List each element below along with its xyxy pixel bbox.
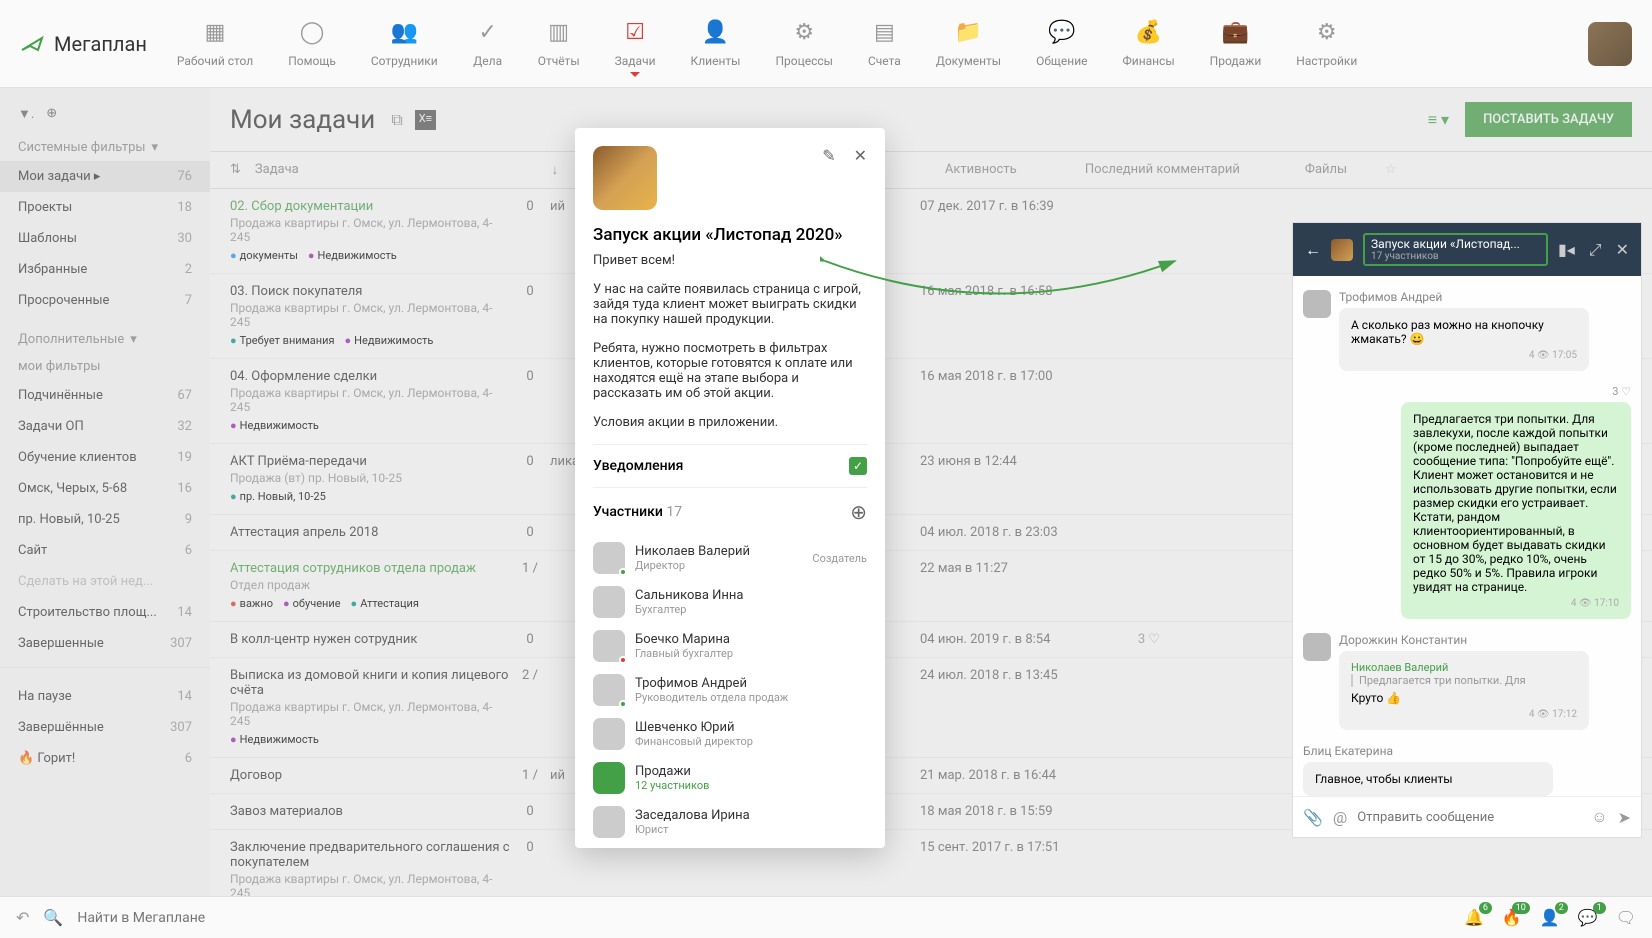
modal-para2: Ребята, нужно посмотреть в фильтрах клие… bbox=[593, 341, 867, 401]
participants-label: Участники bbox=[593, 504, 663, 520]
nav-Задачи[interactable]: ☑Задачи bbox=[615, 20, 656, 68]
modal-para1: У нас на сайте появилась страница с игро… bbox=[593, 282, 867, 327]
nav-Продажи[interactable]: 💼Продажи bbox=[1210, 20, 1262, 68]
expand-icon[interactable]: ⤢ bbox=[1589, 240, 1602, 260]
chat-message: Трофимов АндрейА сколько раз можно на кн… bbox=[1303, 290, 1631, 371]
chat-input[interactable] bbox=[1357, 810, 1581, 825]
footer-chat-icon[interactable]: 💬1 bbox=[1578, 908, 1598, 927]
participant-row[interactable]: Заседалова ИринаЮрист bbox=[593, 800, 867, 844]
edit-icon[interactable]: ✎ bbox=[822, 146, 835, 165]
footer-user-icon[interactable]: 👤2 bbox=[1540, 908, 1560, 927]
topbar: Мегаплан ▦Рабочий стол ◯Помощь 👥Сотрудники… bbox=[0, 0, 1652, 88]
mention-icon[interactable]: @ bbox=[1333, 808, 1347, 827]
footer-bell-icon[interactable]: 🔔6 bbox=[1464, 908, 1484, 927]
chat-avatar bbox=[1331, 239, 1353, 261]
footer-fire-icon[interactable]: 🔥10 bbox=[1502, 908, 1522, 927]
chat-back-icon[interactable]: ← bbox=[1305, 240, 1321, 260]
participant-row[interactable]: Боечко МаринаГлавный бухгалтер bbox=[593, 624, 867, 668]
participant-row[interactable]: Николаев ВалерийДиректор Создатель bbox=[593, 536, 867, 580]
modal-title: Запуск акции «Листопад 2020» bbox=[593, 225, 867, 245]
nav-Сотрудники[interactable]: 👥Сотрудники bbox=[371, 20, 438, 68]
chat-message: Блиц ЕкатеринаГлавное, чтобы клиенты bbox=[1303, 744, 1631, 796]
attach-icon[interactable]: 📎 bbox=[1303, 808, 1323, 827]
chat-message: Дорожкин КонстантинНиколаев ВалерийПредл… bbox=[1303, 633, 1631, 730]
add-participant-icon[interactable]: ⊕ bbox=[850, 500, 867, 524]
nav-Счета[interactable]: ▤Счета bbox=[868, 20, 901, 68]
footer: ↶ 🔍 🔔6 🔥10 👤2 💬1 🗨 bbox=[0, 896, 1652, 938]
nav-Настройки[interactable]: ⚙Настройки bbox=[1296, 20, 1357, 68]
modal-para3: Условия акции в приложении. bbox=[593, 415, 867, 430]
modal-greeting: Привет всем! bbox=[593, 253, 867, 268]
nav-Общение[interactable]: 💬Общение bbox=[1036, 20, 1087, 68]
nav-Помощь[interactable]: ◯Помощь bbox=[288, 20, 336, 68]
chat-title-box[interactable]: Запуск акции «Листопад... 17 участников bbox=[1363, 233, 1548, 266]
global-search[interactable] bbox=[77, 910, 377, 926]
chat-body: Трофимов АндрейА сколько раз можно на кн… bbox=[1293, 276, 1641, 796]
nav-Документы[interactable]: 📁Документы bbox=[936, 20, 1001, 68]
participant-row[interactable]: Продажи12 участников bbox=[593, 756, 867, 800]
footer-message-icon[interactable]: 🗨 bbox=[1616, 908, 1636, 927]
notifications-checkbox[interactable]: ✓ bbox=[849, 457, 867, 475]
task-modal: ✎ ✕ Запуск акции «Листопад 2020» Привет … bbox=[575, 128, 885, 848]
task-image bbox=[593, 146, 657, 210]
send-icon[interactable]: ➤ bbox=[1618, 808, 1631, 827]
nav-Отчёты[interactable]: ▥Отчёты bbox=[538, 20, 580, 68]
nav-Дела[interactable]: ✓Дела bbox=[473, 20, 503, 68]
chat-input-bar: 📎 @ ☺ ➤ bbox=[1293, 796, 1641, 837]
emoji-icon[interactable]: ☺ bbox=[1591, 807, 1607, 827]
participant-row[interactable]: Шевченко ЮрийФинансовый директор bbox=[593, 712, 867, 756]
close-icon[interactable]: ✕ bbox=[854, 146, 867, 165]
user-avatar[interactable] bbox=[1588, 22, 1632, 66]
chat-panel: ← Запуск акции «Листопад... 17 участнико… bbox=[1292, 222, 1642, 838]
notifications-label: Уведомления bbox=[593, 458, 683, 474]
logo[interactable]: Мегаплан bbox=[20, 32, 147, 56]
participant-row[interactable]: Трофимов АндрейРуководитель отдела прода… bbox=[593, 668, 867, 712]
nav-Рабочий стол[interactable]: ▦Рабочий стол bbox=[177, 20, 253, 68]
chat-message: 3 ♡Предлагается три попытки. Для завлеку… bbox=[1303, 385, 1631, 619]
participant-row[interactable]: Сальникова ИннаБухгалтер bbox=[593, 580, 867, 624]
history-icon[interactable]: ↶ bbox=[16, 908, 29, 927]
nav-Финансы[interactable]: 💰Финансы bbox=[1123, 20, 1175, 68]
chat-header: ← Запуск акции «Листопад... 17 участнико… bbox=[1293, 223, 1641, 276]
search-icon[interactable]: 🔍 bbox=[43, 908, 63, 927]
chat-close-icon[interactable]: ✕ bbox=[1616, 240, 1629, 260]
video-icon[interactable]: ▮◂ bbox=[1558, 240, 1575, 260]
nav-Процессы[interactable]: ⚙Процессы bbox=[775, 20, 833, 68]
nav-Клиенты[interactable]: 👤Клиенты bbox=[691, 20, 741, 68]
